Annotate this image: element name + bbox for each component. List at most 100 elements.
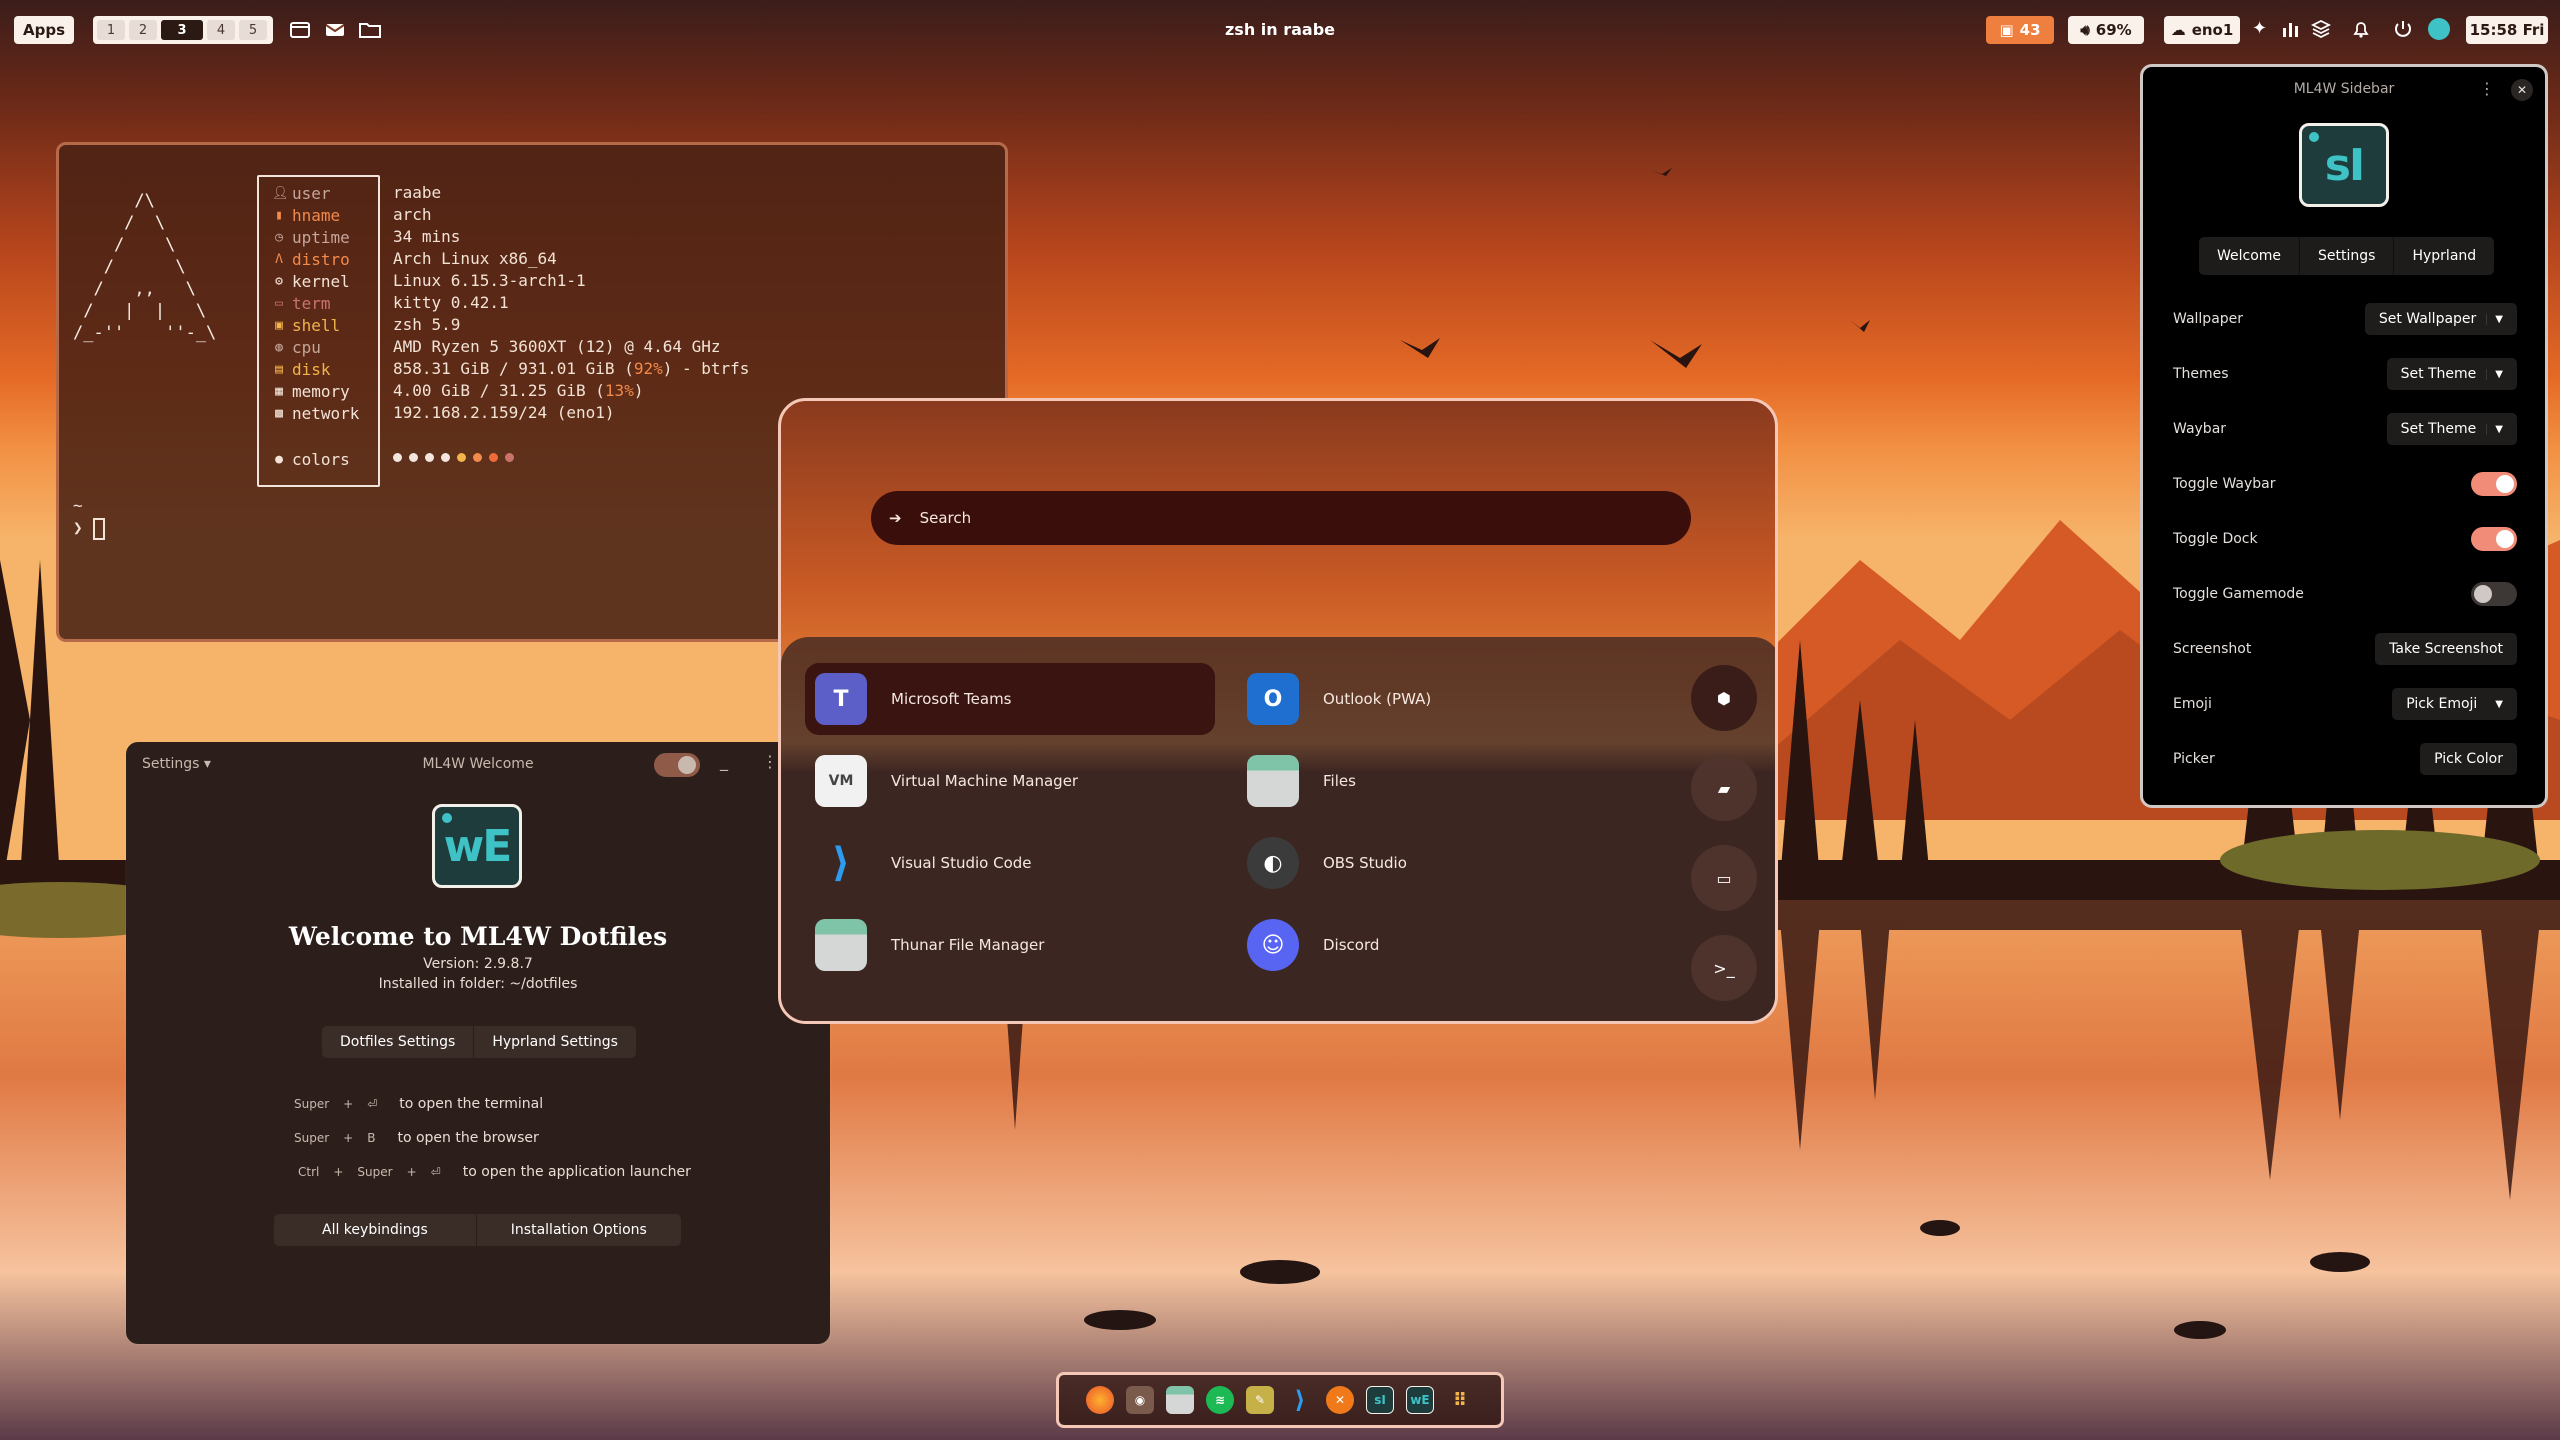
workspace-switcher: 1 2 3 4 5: [93, 16, 273, 44]
app-visual-studio-code[interactable]: ⟩ Visual Studio Code: [805, 827, 1215, 899]
install-folder-text: Installed in folder: ~/dotfiles: [378, 976, 578, 992]
vscode-icon[interactable]: ⟩: [1286, 1386, 1314, 1414]
tab-settings[interactable]: Settings: [2300, 237, 2395, 275]
workspace-3[interactable]: 3: [161, 20, 203, 40]
color-swatches: [393, 453, 514, 462]
updates-badge[interactable]: ▣ 43: [1986, 16, 2054, 44]
firefox-icon[interactable]: [1086, 1386, 1114, 1414]
bluetooth-icon[interactable]: ✦: [2252, 18, 2274, 40]
minimize-button[interactable]: _: [720, 752, 728, 771]
updates-count: 43: [2019, 21, 2041, 39]
power-icon[interactable]: [2392, 18, 2414, 40]
more-menu-button[interactable]: ⋮: [2479, 79, 2495, 98]
app-obs-studio[interactable]: ◐ OBS Studio: [1237, 827, 1637, 899]
pick-emoji-button[interactable]: Pick Emoji ▼: [2392, 688, 2517, 720]
tools-icon[interactable]: ✎: [1246, 1386, 1274, 1414]
bell-icon[interactable]: [2350, 18, 2372, 40]
dock-switch[interactable]: [2471, 527, 2517, 551]
app-label: Thunar File Manager: [891, 936, 1045, 954]
files-icon[interactable]: [1166, 1386, 1194, 1414]
app-label: OBS Studio: [1323, 854, 1407, 872]
close-circle-icon[interactable]: ✕: [1326, 1386, 1354, 1414]
chevron-down-icon[interactable]: ▼: [2486, 313, 2503, 325]
clock[interactable]: 15:58 Fri: [2466, 16, 2548, 44]
chevron-down-icon[interactable]: ▼: [2487, 699, 2503, 710]
row-emoji: Emoji Pick Emoji ▼: [2173, 684, 2517, 724]
set-theme-button[interactable]: Set Theme ▼: [2386, 358, 2517, 390]
theme-toggle[interactable]: [654, 753, 700, 777]
value-disk: 858.31 GiB / 931.01 GiB (92%) - btrfs: [393, 359, 750, 378]
network-indicator[interactable]: ☁︎ eno1: [2164, 16, 2240, 44]
all-keybindings-button[interactable]: All keybindings: [274, 1214, 477, 1246]
apps-button[interactable]: Apps: [14, 16, 74, 44]
app-virtual-machine-manager[interactable]: VM Virtual Machine Manager: [805, 745, 1215, 817]
close-button[interactable]: ✕: [2511, 79, 2533, 101]
value-memory: 4.00 GiB / 31.25 GiB (13%): [393, 381, 644, 400]
tab-hyprland[interactable]: Hyprland: [2394, 237, 2494, 275]
spotify-icon[interactable]: ≋: [1206, 1386, 1234, 1414]
gamemode-switch[interactable]: [2471, 582, 2517, 606]
volume-indicator[interactable]: 🔊︎ 69%: [2068, 16, 2144, 44]
set-wallpaper-button[interactable]: Set Wallpaper ▼: [2364, 303, 2517, 335]
waybar-switch[interactable]: [2471, 472, 2517, 496]
teams-icon: T: [815, 673, 867, 725]
run-mode-button[interactable]: >_: [1691, 935, 1757, 1001]
gear-icon: ⚙: [275, 273, 283, 289]
app-tray-icon[interactable]: [2428, 18, 2450, 40]
folder-icon[interactable]: [358, 18, 382, 42]
label-term: ▭ term: [272, 292, 330, 314]
take-screenshot-button[interactable]: Take Screenshot: [2375, 633, 2517, 665]
speaker-icon: 🔊︎: [2080, 21, 2090, 39]
app-outlook[interactable]: O Outlook (PWA): [1237, 663, 1637, 735]
memory-icon: ▦: [275, 383, 283, 399]
workspace-1[interactable]: 1: [97, 20, 125, 40]
dotfiles-settings-button[interactable]: Dotfiles Settings: [322, 1026, 475, 1058]
app-microsoft-teams[interactable]: T Microsoft Teams: [805, 663, 1215, 735]
mail-icon[interactable]: [323, 18, 347, 42]
workspace-5[interactable]: 5: [239, 20, 267, 40]
top-bar: Apps 1 2 3 4 5 zsh in raabe ▣ 43 🔊︎ 69% …: [0, 0, 2560, 60]
app-files[interactable]: Files: [1237, 745, 1637, 817]
active-window-title: zsh in raabe: [1224, 20, 1336, 39]
pick-color-button[interactable]: Pick Color: [2420, 743, 2517, 775]
tab-welcome[interactable]: Welcome: [2199, 237, 2301, 275]
welcome-icon[interactable]: wE: [1406, 1386, 1434, 1414]
stats-icon[interactable]: [2280, 18, 2302, 40]
workspace-2[interactable]: 2: [129, 20, 157, 40]
chevron-down-icon[interactable]: ▼: [2486, 423, 2503, 435]
color-swatch: [425, 453, 434, 462]
app-thunar[interactable]: Thunar File Manager: [805, 909, 1215, 981]
app-list-panel: T Microsoft Teams O Outlook (PWA) VM Vir…: [781, 637, 1775, 1021]
network-icon: ▩: [275, 405, 283, 421]
window-icon[interactable]: [288, 18, 312, 42]
shell-prompt[interactable]: ~ ❯: [73, 495, 105, 540]
workspace-4[interactable]: 4: [207, 20, 235, 40]
apps-grid-icon[interactable]: ⠿: [1446, 1386, 1474, 1414]
layers-icon[interactable]: [2310, 18, 2332, 40]
app-label: Microsoft Teams: [891, 690, 1012, 708]
row-waybar: Waybar Set Theme ▼: [2173, 409, 2517, 449]
set-waybar-theme-button[interactable]: Set Theme ▼: [2386, 413, 2517, 445]
hyprland-settings-button[interactable]: Hyprland Settings: [474, 1026, 636, 1058]
files-mode-button[interactable]: ▰: [1691, 755, 1757, 821]
row-picker: Picker Pick Color: [2173, 739, 2517, 779]
label-cpu: ◍ cpu: [272, 336, 321, 358]
version-text: Version: 2.9.8.7: [423, 956, 533, 972]
color-swatch: [473, 453, 482, 462]
label-disk: ▤ disk: [272, 358, 330, 380]
more-menu-button[interactable]: ⋮: [762, 752, 778, 771]
launcher-search[interactable]: ➔ Search: [871, 491, 1691, 545]
search-input[interactable]: Search: [920, 509, 972, 527]
obs-icon: ◐: [1247, 837, 1299, 889]
game-icon[interactable]: ◉: [1126, 1386, 1154, 1414]
label-colors: ● colors: [272, 448, 350, 470]
network-icon: ☁︎: [2170, 21, 2186, 39]
installation-options-button[interactable]: Installation Options: [477, 1214, 681, 1246]
apps-mode-button[interactable]: ⬢: [1691, 665, 1757, 731]
label-shell: ▣ shell: [272, 314, 340, 336]
label-network: ▩ network: [272, 402, 359, 424]
app-discord[interactable]: ☺ Discord: [1237, 909, 1637, 981]
windows-mode-button[interactable]: ▭: [1691, 845, 1757, 911]
chevron-down-icon[interactable]: ▼: [2486, 368, 2503, 380]
sidebar-icon[interactable]: sI: [1366, 1386, 1394, 1414]
